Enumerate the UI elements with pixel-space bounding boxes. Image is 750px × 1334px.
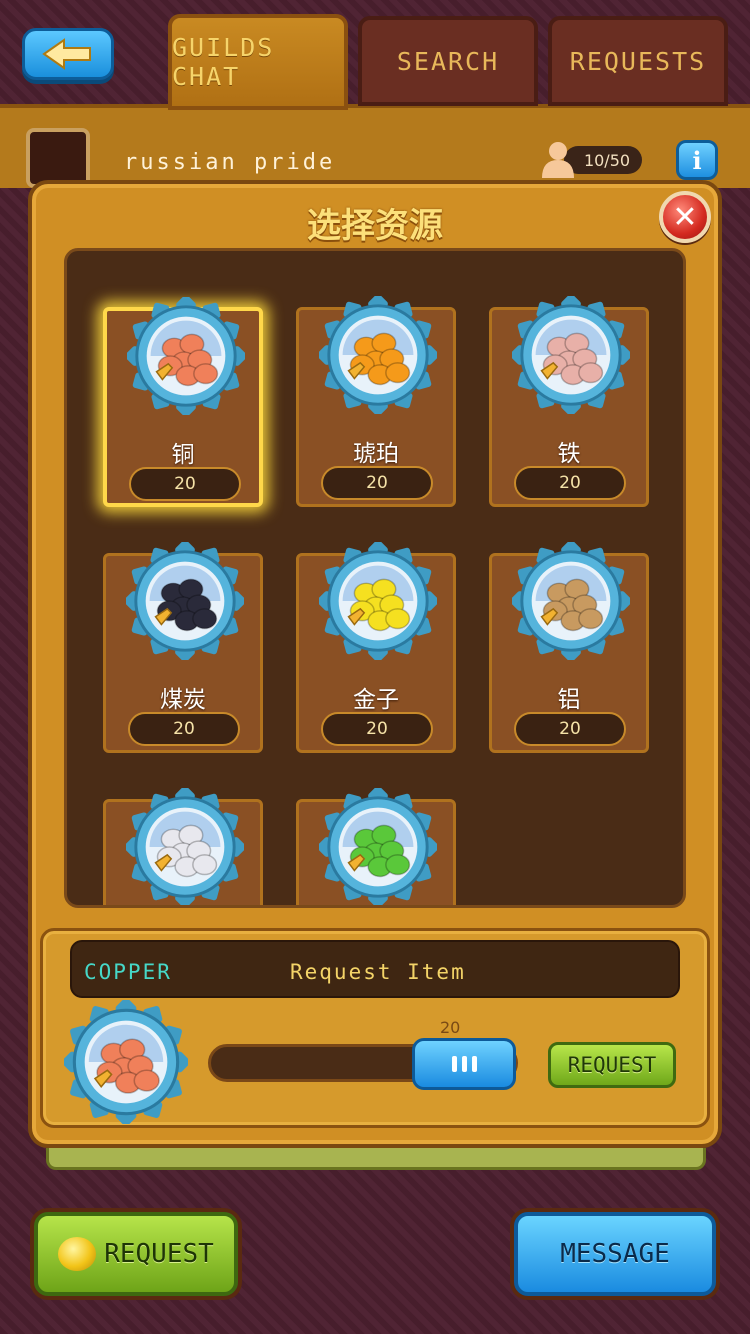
resource-gear bbox=[316, 293, 440, 417]
silver-ore-icon bbox=[123, 785, 247, 905]
selected-resource-icon bbox=[61, 997, 191, 1127]
resource-card[interactable]: 琥珀 20 bbox=[296, 293, 456, 507]
info-icon: i bbox=[692, 145, 702, 175]
message-button-label: MESSAGE bbox=[560, 1239, 670, 1269]
resource-label: 铁 bbox=[557, 441, 581, 467]
resource-label: 铜 bbox=[171, 442, 195, 468]
back-button[interactable] bbox=[22, 28, 114, 80]
request-button-label: REQUEST bbox=[104, 1239, 214, 1269]
resource-label: 金子 bbox=[353, 687, 399, 713]
gold-icon bbox=[316, 539, 440, 663]
resource-card[interactable]: 铝 20 bbox=[489, 539, 649, 753]
copper-ore-icon bbox=[124, 294, 248, 418]
guild-name: russian pride bbox=[124, 150, 336, 175]
resource-card[interactable] bbox=[103, 785, 263, 905]
send-request-button[interactable]: REQUEST bbox=[548, 1042, 676, 1088]
resource-count: 20 bbox=[514, 712, 626, 746]
amount-slider-handle[interactable] bbox=[412, 1038, 516, 1090]
resource-gear bbox=[124, 294, 248, 418]
close-button[interactable]: ✕ bbox=[659, 191, 711, 243]
resource-count: 20 bbox=[321, 466, 433, 500]
resource-gear bbox=[509, 293, 633, 417]
resource-card[interactable]: 煤炭 20 bbox=[103, 539, 263, 753]
resource-count: 20 bbox=[129, 467, 241, 501]
resource-count: 20 bbox=[321, 712, 433, 746]
resource-gear bbox=[123, 785, 247, 905]
selected-resource-name: COPPER bbox=[84, 960, 172, 984]
request-button[interactable]: REQUEST bbox=[34, 1212, 238, 1296]
tab-guilds-chat[interactable]: GUILDS CHAT bbox=[168, 14, 348, 110]
resource-card[interactable]: 金子 20 bbox=[296, 539, 456, 753]
resource-gear bbox=[316, 785, 440, 905]
resource-count: 20 bbox=[514, 466, 626, 500]
aluminum-icon bbox=[509, 539, 633, 663]
tab-requests[interactable]: REQUESTS bbox=[548, 16, 728, 106]
slider-value: 20 bbox=[440, 1018, 461, 1037]
info-button[interactable]: i bbox=[676, 140, 718, 180]
gold-nugget-icon bbox=[58, 1237, 97, 1271]
resource-card[interactable] bbox=[296, 785, 456, 905]
resource-card[interactable]: 铁 20 bbox=[489, 293, 649, 507]
person-icon bbox=[542, 142, 574, 178]
resource-gear bbox=[509, 539, 633, 663]
resource-gear bbox=[316, 539, 440, 663]
tab-search[interactable]: SEARCH bbox=[358, 16, 538, 106]
resource-label: 琥珀 bbox=[353, 441, 399, 467]
dialog-title: 选择资源 bbox=[307, 206, 443, 246]
resource-gear bbox=[123, 539, 247, 663]
resource-card[interactable]: 铜 20 bbox=[103, 294, 263, 507]
panel-base-strip bbox=[46, 1148, 706, 1170]
copper-ore-icon bbox=[61, 997, 191, 1127]
coal-icon bbox=[123, 539, 247, 663]
resource-count: 20 bbox=[128, 712, 240, 746]
resource-label: 煤炭 bbox=[160, 687, 206, 713]
resource-grid: 铜 20 琥珀 20 铁 20 煤炭 20 金子 20 铝 20 bbox=[64, 248, 686, 908]
guild-emblem bbox=[26, 128, 90, 188]
iron-ore-icon bbox=[509, 293, 633, 417]
member-count: 10/50 bbox=[540, 140, 644, 178]
amber-icon bbox=[316, 293, 440, 417]
close-icon: ✕ bbox=[672, 199, 698, 235]
request-item-title: Request Item bbox=[290, 960, 466, 984]
arrow-left-icon bbox=[42, 38, 91, 70]
resource-label: 铝 bbox=[557, 687, 581, 713]
message-button[interactable]: MESSAGE bbox=[514, 1212, 716, 1296]
emerald-icon bbox=[316, 785, 440, 905]
